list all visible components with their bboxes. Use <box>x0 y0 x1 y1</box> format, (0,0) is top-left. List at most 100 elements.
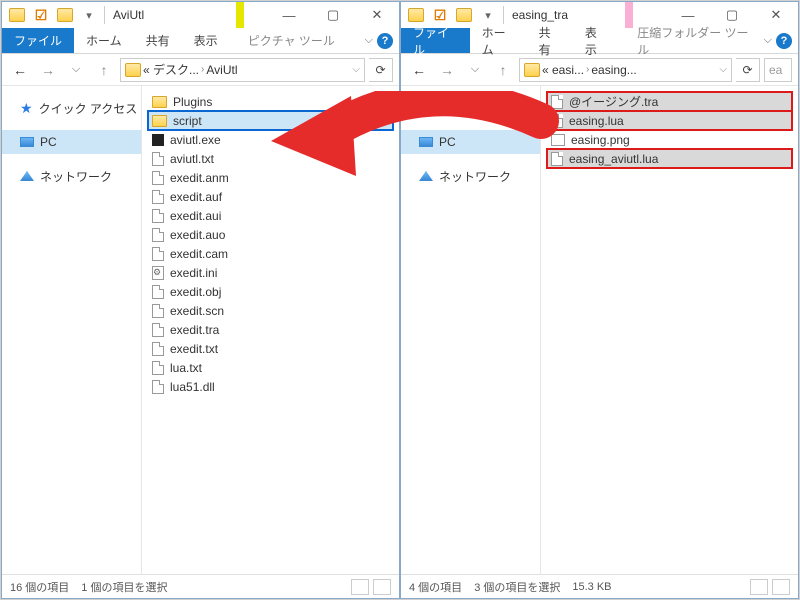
qat-properties-icon[interactable]: ☑ <box>30 4 52 26</box>
status-item-count: 16 個の項目 <box>10 579 69 595</box>
file-icon <box>152 209 164 223</box>
ribbon-tab-home[interactable]: ホーム <box>74 28 134 53</box>
up-button[interactable]: ↑ <box>92 58 116 82</box>
refresh-button[interactable]: ⟳ <box>736 58 760 82</box>
file-item[interactable]: lua.txt <box>148 358 393 377</box>
nav-network[interactable]: ネットワーク <box>401 164 540 188</box>
recent-dropdown[interactable]: ⌵ <box>64 58 88 82</box>
address-input[interactable]: « デスク... › AviUtl ⌵ <box>120 58 365 82</box>
qat-dropdown[interactable]: ▾ <box>78 4 100 26</box>
file-list[interactable]: Pluginsscriptaviutl.exeaviutl.txtexedit.… <box>142 86 399 574</box>
ribbon-tab-view[interactable]: 表示 <box>182 28 230 53</box>
back-button[interactable]: ← <box>8 58 32 82</box>
window-title: AviUtl <box>113 8 144 22</box>
star-icon: ★ <box>20 100 33 117</box>
close-button[interactable]: ✕ <box>355 2 399 28</box>
search-input[interactable]: ea <box>764 58 792 82</box>
file-item[interactable]: @イージング.tra <box>547 92 792 111</box>
nav-pc[interactable]: PC <box>401 130 540 154</box>
file-item[interactable]: Plugins <box>148 92 393 111</box>
view-details-button[interactable] <box>351 579 369 595</box>
chevron-right-icon: › <box>586 64 589 75</box>
ribbon-tab-view[interactable]: 表示 <box>573 28 619 53</box>
file-item[interactable]: exedit.obj <box>148 282 393 301</box>
file-item[interactable]: exedit.scn <box>148 301 393 320</box>
file-icon <box>551 114 563 128</box>
file-name: easing.lua <box>569 114 624 128</box>
forward-button[interactable]: → <box>36 58 60 82</box>
file-name: exedit.ini <box>170 266 217 280</box>
file-item[interactable]: easing.png <box>547 130 792 149</box>
file-icon <box>152 304 164 318</box>
recent-dropdown[interactable]: ⌵ <box>463 58 487 82</box>
file-item[interactable]: exedit.auo <box>148 225 393 244</box>
view-large-button[interactable] <box>373 579 391 595</box>
ribbon-tab-file[interactable]: ファイル <box>401 28 470 53</box>
close-button[interactable]: ✕ <box>754 2 798 28</box>
file-name: exedit.txt <box>170 342 218 356</box>
file-icon <box>152 247 164 261</box>
network-icon <box>20 171 34 181</box>
file-item[interactable]: exedit.aui <box>148 206 393 225</box>
refresh-button[interactable]: ⟳ <box>369 58 393 82</box>
qat-new-folder-icon[interactable] <box>54 4 76 26</box>
image-icon <box>551 134 565 146</box>
file-item[interactable]: easing_aviutl.lua <box>547 149 792 168</box>
forward-button[interactable]: → <box>435 58 459 82</box>
pc-icon <box>20 137 34 147</box>
ribbon-collapse-icon[interactable]: ⌵ <box>365 34 373 47</box>
view-large-button[interactable] <box>772 579 790 595</box>
folder-icon <box>152 96 167 108</box>
nav-quick-access[interactable]: ★クイック アクセス <box>2 96 141 120</box>
nav-quick-access[interactable]: ★クイック アクセス <box>401 96 540 120</box>
ribbon-tab-picture-tools[interactable]: ピクチャ ツール <box>236 28 347 53</box>
file-list[interactable]: @イージング.tra easing.lua easing.pngeasing_avi… <box>541 86 798 574</box>
ribbon: ファイル ホーム 共有 表示 ピクチャ ツール ⌵ ? <box>2 28 399 54</box>
maximize-button[interactable]: ▢ <box>311 2 355 28</box>
ribbon-tab-home[interactable]: ホーム <box>470 28 527 53</box>
ribbon-tab-share[interactable]: 共有 <box>134 28 182 53</box>
minimize-button[interactable]: — <box>267 2 311 28</box>
chevron-down-icon[interactable]: ⌵ <box>352 64 360 75</box>
qat-folder-icon[interactable] <box>6 4 28 26</box>
up-button[interactable]: ↑ <box>491 58 515 82</box>
file-icon <box>152 285 164 299</box>
file-name: exedit.tra <box>170 323 219 337</box>
file-item[interactable]: exedit.tra <box>148 320 393 339</box>
file-item[interactable]: aviutl.exe <box>148 130 393 149</box>
file-item[interactable]: lua51.dll <box>148 377 393 396</box>
file-item[interactable]: exedit.auf <box>148 187 393 206</box>
status-item-count: 4 個の項目 <box>409 579 462 595</box>
address-input[interactable]: « easi... › easing... ⌵ <box>519 58 732 82</box>
window-title: easing_tra <box>512 8 568 22</box>
file-item[interactable]: exedit.anm <box>148 168 393 187</box>
ribbon-tab-file[interactable]: ファイル <box>2 28 74 53</box>
address-bar: ← → ⌵ ↑ « easi... › easing... ⌵ ⟳ ea <box>401 54 798 86</box>
back-button[interactable]: ← <box>407 58 431 82</box>
file-item[interactable]: script <box>148 111 393 130</box>
file-item[interactable]: exedit.txt <box>148 339 393 358</box>
ribbon-tab-share[interactable]: 共有 <box>527 28 573 53</box>
file-item[interactable]: exedit.ini <box>148 263 393 282</box>
file-icon <box>152 171 164 185</box>
navigation-pane: ★クイック アクセス PC ネットワーク <box>2 86 142 574</box>
file-icon <box>152 342 164 356</box>
file-icon <box>551 152 563 166</box>
titlebar: ☑ ▾ AviUtl — ▢ ✕ <box>2 2 399 28</box>
nav-network[interactable]: ネットワーク <box>2 164 141 188</box>
explorer-window-left: ☑ ▾ AviUtl — ▢ ✕ ファイル ホーム 共有 表示 ピクチャ ツール… <box>1 1 400 599</box>
file-item[interactable]: exedit.cam <box>148 244 393 263</box>
help-button[interactable]: ? <box>377 33 393 49</box>
help-button[interactable]: ? <box>776 33 792 49</box>
file-item[interactable]: aviutl.txt <box>148 149 393 168</box>
nav-pc[interactable]: PC <box>2 130 141 154</box>
status-bar: 4 個の項目 3 個の項目を選択 15.3 KB <box>401 574 798 598</box>
chevron-down-icon[interactable]: ⌵ <box>719 64 727 75</box>
status-selection: 1 個の項目を選択 <box>81 579 167 595</box>
ribbon-tab-compressed-tools[interactable]: 圧縮フォルダー ツール <box>625 28 763 53</box>
chevron-right-icon: › <box>201 64 204 75</box>
ribbon-collapse-icon[interactable]: ⌵ <box>764 34 772 47</box>
file-name: lua51.dll <box>170 380 215 394</box>
view-details-button[interactable] <box>750 579 768 595</box>
file-item[interactable]: easing.lua <box>547 111 792 130</box>
